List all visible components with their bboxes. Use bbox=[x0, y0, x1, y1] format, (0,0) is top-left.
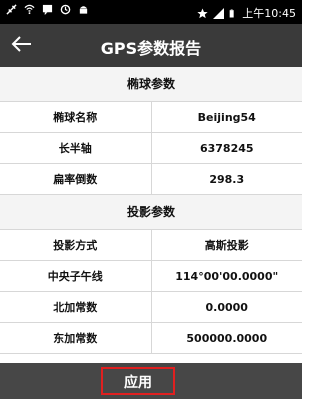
row-label: 投影方式 bbox=[0, 230, 152, 260]
row-value: 6378245 bbox=[199, 141, 254, 155]
star-icon bbox=[197, 7, 208, 18]
status-bar: 上午10:45 bbox=[0, 0, 302, 24]
signal-icon bbox=[213, 7, 225, 19]
row-label: 椭球名称 bbox=[0, 102, 152, 132]
page-title: GPS参数报告 bbox=[100, 39, 202, 58]
row-label: 长半轴 bbox=[0, 133, 152, 163]
row-value: 114°00'00.0000" bbox=[175, 269, 279, 283]
row-label: 北加常数 bbox=[0, 292, 152, 322]
message-icon bbox=[42, 4, 53, 15]
status-time: 上午10:45 bbox=[242, 7, 296, 20]
row-value: 高斯投影 bbox=[204, 239, 249, 252]
android-icon bbox=[79, 6, 88, 14]
row-label: 中央子午线 bbox=[0, 261, 152, 291]
section-heading-ellipsoid: 椭球参数 bbox=[0, 67, 302, 102]
row-value: 298.3 bbox=[209, 172, 245, 186]
table-row: 北加常数 0.0000 bbox=[0, 292, 302, 323]
app-bar: GPS参数报告 bbox=[0, 24, 302, 67]
row-label: 扁率倒数 bbox=[0, 164, 152, 194]
usb-icon bbox=[6, 4, 17, 15]
table-row: 中央子午线 114°00'00.0000" bbox=[0, 261, 302, 292]
table-row: 扁率倒数 298.3 bbox=[0, 164, 302, 195]
wifi-icon bbox=[24, 4, 35, 15]
row-value: 0.0000 bbox=[205, 300, 248, 314]
apply-button[interactable]: 应用 bbox=[101, 367, 175, 395]
table-row: 投影方式 高斯投影 bbox=[0, 230, 302, 261]
table-row: 东加常数 500000.0000 bbox=[0, 323, 302, 354]
table-row: 椭球名称 Beijing54 bbox=[0, 102, 302, 133]
report-content[interactable]: 椭球参数 椭球名称 Beijing54 长半轴 6378245 扁率倒数 298… bbox=[0, 67, 302, 363]
battery-icon bbox=[229, 9, 234, 17]
table-row: 长半轴 6378245 bbox=[0, 133, 302, 164]
row-value: 500000.0000 bbox=[186, 331, 268, 345]
sync-icon bbox=[60, 4, 71, 15]
row-label: 东加常数 bbox=[0, 323, 152, 353]
row-value: Beijing54 bbox=[197, 110, 256, 124]
section-heading-projection: 投影参数 bbox=[0, 195, 302, 230]
